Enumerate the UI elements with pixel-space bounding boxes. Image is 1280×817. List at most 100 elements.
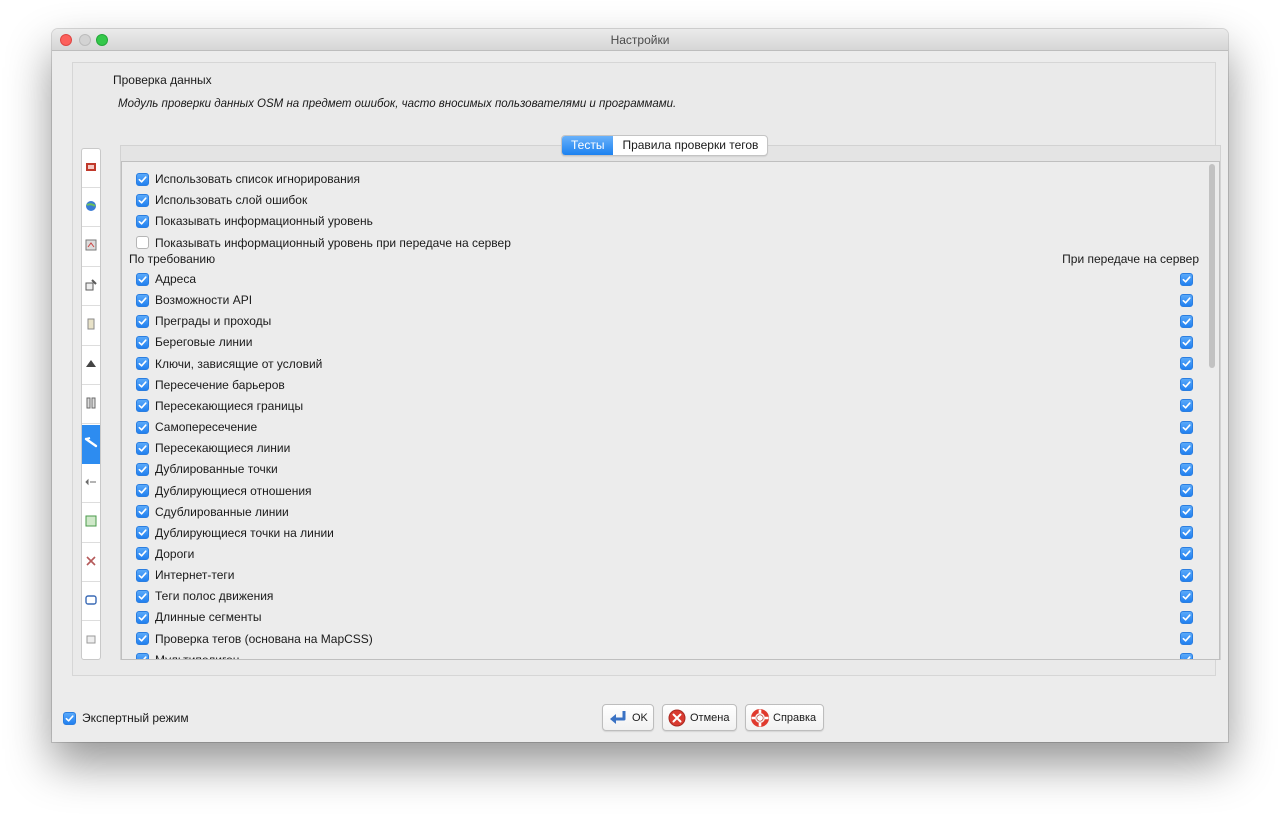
sidebar-section-8[interactable] bbox=[82, 464, 100, 504]
option-checkbox[interactable] bbox=[136, 236, 149, 250]
on-demand-checkbox[interactable] bbox=[136, 272, 149, 286]
on-upload-checkbox[interactable] bbox=[1180, 399, 1193, 413]
option-row[interactable]: Использовать список игнорирования bbox=[136, 169, 360, 189]
on-demand-checkbox[interactable] bbox=[136, 293, 149, 307]
expert-mode-check-icon[interactable] bbox=[63, 711, 76, 725]
sidebar-section-7[interactable] bbox=[82, 424, 100, 464]
sidebar-section-1[interactable] bbox=[82, 188, 100, 228]
option-row[interactable]: Показывать информационный уровень bbox=[136, 211, 373, 231]
sidebar-section-10[interactable] bbox=[82, 543, 100, 582]
cancel-button[interactable]: Отмена bbox=[662, 704, 737, 731]
on-upload-checkbox[interactable] bbox=[1180, 293, 1193, 307]
title-bar: Настройки bbox=[52, 29, 1228, 51]
option-checkbox[interactable] bbox=[136, 214, 149, 228]
sidebar-section-0[interactable] bbox=[82, 149, 100, 188]
on-demand-checkbox[interactable] bbox=[136, 484, 149, 497]
test-row[interactable]: Длинные сегменты bbox=[136, 607, 261, 627]
on-upload-checkbox[interactable] bbox=[1180, 632, 1193, 646]
on-upload-checkbox[interactable] bbox=[1180, 314, 1193, 328]
on-upload-checkbox[interactable] bbox=[1180, 526, 1193, 540]
presets-icon bbox=[84, 317, 98, 334]
on-upload-checkbox[interactable] bbox=[1180, 547, 1193, 561]
shortcuts-icon bbox=[84, 396, 98, 413]
on-upload-checkbox[interactable] bbox=[1180, 589, 1193, 603]
on-demand-checkbox[interactable] bbox=[136, 632, 149, 646]
test-label: Дублирующиеся точки на линии bbox=[155, 525, 334, 540]
option-row[interactable]: Использовать слой ошибок bbox=[136, 190, 307, 210]
test-row[interactable]: Пересекающиеся линии bbox=[136, 438, 290, 458]
on-demand-checkbox[interactable] bbox=[136, 462, 149, 476]
test-row[interactable]: Пересекающиеся границы bbox=[136, 396, 303, 416]
on-upload-checkbox[interactable] bbox=[1180, 484, 1193, 497]
sidebar-section-5[interactable] bbox=[82, 346, 100, 385]
test-row[interactable]: Дороги bbox=[136, 544, 194, 564]
on-upload-cell bbox=[1180, 505, 1193, 519]
tab-tag-checker-rules[interactable]: Правила проверки тегов bbox=[613, 136, 767, 155]
on-demand-checkbox[interactable] bbox=[136, 399, 149, 413]
test-row[interactable]: Возможности API bbox=[136, 290, 252, 310]
on-upload-checkbox[interactable] bbox=[1180, 420, 1193, 434]
on-upload-checkbox[interactable] bbox=[1180, 357, 1193, 371]
on-demand-checkbox[interactable] bbox=[136, 378, 149, 392]
on-upload-checkbox[interactable] bbox=[1180, 653, 1193, 659]
on-upload-cell bbox=[1180, 484, 1193, 498]
on-upload-checkbox[interactable] bbox=[1180, 441, 1193, 455]
sidebar-section-12[interactable] bbox=[82, 622, 100, 659]
sidebar-section-11[interactable] bbox=[82, 582, 100, 622]
window-title: Настройки bbox=[610, 33, 670, 47]
test-row[interactable]: Ключи, зависящие от условий bbox=[136, 354, 322, 374]
test-row[interactable]: Самопересечение bbox=[136, 417, 257, 437]
on-demand-checkbox[interactable] bbox=[136, 589, 149, 603]
test-row[interactable]: Проверка тегов (основана на MapCSS) bbox=[136, 629, 373, 649]
on-upload-checkbox[interactable] bbox=[1180, 378, 1193, 392]
sidebar-section-2[interactable] bbox=[82, 228, 100, 267]
test-row[interactable]: Дублирующиеся отношения bbox=[136, 481, 312, 501]
option-checkbox[interactable] bbox=[136, 193, 149, 207]
test-row[interactable]: Береговые линии bbox=[136, 332, 252, 352]
on-demand-checkbox[interactable] bbox=[136, 568, 149, 582]
option-row[interactable]: Показывать информационный уровень при пе… bbox=[136, 233, 511, 253]
option-checkbox[interactable] bbox=[136, 172, 149, 186]
option-label: Использовать слой ошибок bbox=[155, 193, 308, 208]
test-row[interactable]: Пересечение барьеров bbox=[136, 375, 285, 395]
on-upload-checkbox[interactable] bbox=[1180, 462, 1193, 476]
test-row[interactable]: Дублирующиеся точки на линии bbox=[136, 523, 334, 543]
on-upload-cell bbox=[1180, 610, 1193, 625]
test-row[interactable]: Мультиполигон bbox=[136, 650, 239, 659]
tab-tests[interactable]: Тесты bbox=[562, 136, 614, 155]
on-demand-checkbox[interactable] bbox=[136, 610, 149, 624]
on-demand-checkbox[interactable] bbox=[136, 335, 149, 349]
sidebar-section-4[interactable] bbox=[82, 307, 100, 346]
on-upload-checkbox[interactable] bbox=[1180, 568, 1193, 582]
on-upload-checkbox[interactable] bbox=[1180, 610, 1193, 624]
on-demand-checkbox[interactable] bbox=[136, 526, 149, 540]
on-demand-checkbox[interactable] bbox=[136, 653, 149, 659]
on-demand-checkbox[interactable] bbox=[136, 441, 149, 455]
vertical-scrollbar[interactable] bbox=[1209, 164, 1215, 368]
test-row[interactable]: Преграды и проходы bbox=[136, 311, 271, 331]
expert-mode-checkbox[interactable]: Экспертный режим bbox=[63, 711, 189, 725]
on-demand-checkbox[interactable] bbox=[136, 420, 149, 434]
test-row[interactable]: Адреса bbox=[136, 269, 196, 289]
test-row[interactable]: Теги полос движения bbox=[136, 586, 273, 606]
test-row[interactable]: Интернет-теги bbox=[136, 565, 234, 585]
ok-button[interactable]: OK bbox=[602, 704, 654, 731]
help-button[interactable]: Справка bbox=[745, 704, 824, 731]
sidebar-section-3[interactable] bbox=[82, 267, 100, 307]
tests-list[interactable]: По требованию При передаче на сервер Исп… bbox=[121, 161, 1220, 660]
on-demand-checkbox[interactable] bbox=[136, 505, 149, 519]
on-upload-checkbox[interactable] bbox=[1180, 335, 1193, 349]
sidebar-section-9[interactable] bbox=[82, 504, 100, 543]
plugins-icon bbox=[84, 357, 98, 374]
test-row[interactable]: Дублированные точки bbox=[136, 459, 278, 479]
test-label: Проверка тегов (основана на MapCSS) bbox=[155, 631, 373, 646]
sidebar-section-6[interactable] bbox=[82, 385, 100, 425]
help-label: Справка bbox=[773, 711, 817, 724]
test-label: Дороги bbox=[155, 546, 195, 561]
on-demand-checkbox[interactable] bbox=[136, 357, 149, 371]
test-row[interactable]: Сдублированные линии bbox=[136, 502, 289, 522]
on-demand-checkbox[interactable] bbox=[136, 314, 149, 328]
on-upload-checkbox[interactable] bbox=[1180, 272, 1193, 286]
on-demand-checkbox[interactable] bbox=[136, 547, 149, 561]
on-upload-checkbox[interactable] bbox=[1180, 505, 1193, 519]
